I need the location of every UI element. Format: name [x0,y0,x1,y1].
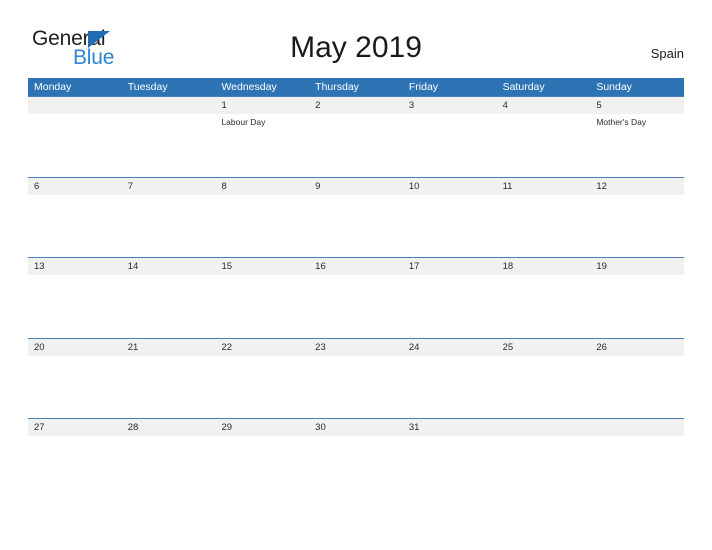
day-number: 5 [596,100,602,111]
day-cell[interactable]: 25 [497,339,591,419]
country-label: Spain [650,46,684,61]
day-cell[interactable]: 9 [309,178,403,258]
day-number: 9 [315,180,321,192]
week-row: 6 7 8 9 10 11 12 [28,176,684,258]
day-cell[interactable]: 10 [403,178,497,258]
day-number: 13 [34,261,45,272]
day-number: 23 [315,341,326,353]
page-header: General Blue May 2019 Spain [0,0,712,76]
day-cell[interactable] [28,97,122,177]
day-number: 15 [221,261,233,272]
day-number: 31 [408,422,420,433]
day-cell[interactable]: 24 [403,339,497,419]
day-number: 24 [408,341,420,353]
day-number: 27 [34,422,45,433]
page-title: May 2019 [290,31,422,64]
day-cell[interactable]: 5 Mother's Day [590,97,684,177]
week-row: 27 28 29 30 31 [28,418,684,499]
day-number: 12 [596,180,607,192]
weekday-header-thursday: Thursday [315,81,359,93]
week-row: 13 14 15 16 17 18 19 [28,257,684,338]
day-cell[interactable]: 6 [28,178,122,258]
weekday-header-monday: Monday [34,81,72,93]
day-cell[interactable]: 20 [28,339,122,419]
day-cell[interactable]: 18 [497,258,591,338]
day-number: 30 [315,422,326,433]
day-cell[interactable]: 21 [122,339,216,419]
day-cell[interactable] [590,419,684,499]
day-cell[interactable]: 16 [309,258,403,338]
day-cell[interactable]: 4 [497,97,591,177]
day-number: 18 [502,261,514,272]
day-number: 21 [127,341,139,353]
day-cell[interactable]: 28 [122,419,216,499]
day-cell[interactable]: 15 [215,258,309,338]
day-cell[interactable]: 13 [28,258,122,338]
day-number: 28 [127,422,139,433]
weekday-header-row: Monday Tuesday Wednesday Thursday Friday… [28,78,684,96]
calendar-grid: Monday Tuesday Wednesday Thursday Friday… [28,78,684,499]
day-number: 22 [221,341,233,353]
day-number: 26 [596,341,607,353]
weekday-header-wednesday: Wednesday [221,81,277,93]
day-number: 25 [502,341,514,353]
weekday-header-saturday: Saturday [502,81,545,93]
day-cell[interactable]: 19 [590,258,684,338]
day-number: 19 [596,261,607,272]
day-number: 4 [502,100,508,111]
day-cell[interactable]: 31 [403,419,497,499]
weekday-header-sunday: Sunday [596,81,632,93]
day-event: Labour Day [221,117,266,127]
day-number: 17 [408,261,420,272]
day-cell[interactable]: 8 [215,178,309,258]
day-cell[interactable]: 11 [497,178,591,258]
day-cell[interactable]: 30 [309,419,403,499]
day-cell[interactable]: 1 Labour Day [215,97,309,177]
day-number: 14 [127,261,139,272]
day-cell[interactable]: 7 [122,178,216,258]
day-number: 2 [315,100,321,111]
day-cell[interactable] [497,419,591,499]
day-cell[interactable]: 12 [590,178,684,258]
day-number: 20 [34,341,45,353]
day-cell[interactable]: 17 [403,258,497,338]
day-number: 3 [408,100,415,111]
day-number: 8 [221,180,227,192]
day-number: 10 [408,180,420,192]
day-cell[interactable]: 2 [309,97,403,177]
day-number: 6 [34,180,40,192]
week-row: 20 21 22 23 24 25 26 [28,337,684,419]
day-number: 16 [315,261,326,272]
day-cell[interactable]: 23 [309,339,403,419]
day-cell[interactable]: 29 [215,419,309,499]
day-number: 29 [221,422,233,433]
day-cell[interactable]: 14 [122,258,216,338]
day-cell[interactable]: 3 [403,97,497,177]
day-number: 1 [221,100,227,111]
day-number: 11 [502,180,513,192]
day-cell[interactable] [122,97,216,177]
day-number: 7 [127,180,134,192]
day-cell[interactable]: 27 [28,419,122,499]
day-cell[interactable]: 22 [215,339,309,419]
week-row: 1 Labour Day 2 3 4 5 Mother's Day [28,96,684,177]
day-cell[interactable]: 26 [590,339,684,419]
weekday-header-tuesday: Tuesday [127,81,168,93]
day-event: Mother's Day [596,117,647,127]
weekday-header-friday: Friday [408,81,439,93]
